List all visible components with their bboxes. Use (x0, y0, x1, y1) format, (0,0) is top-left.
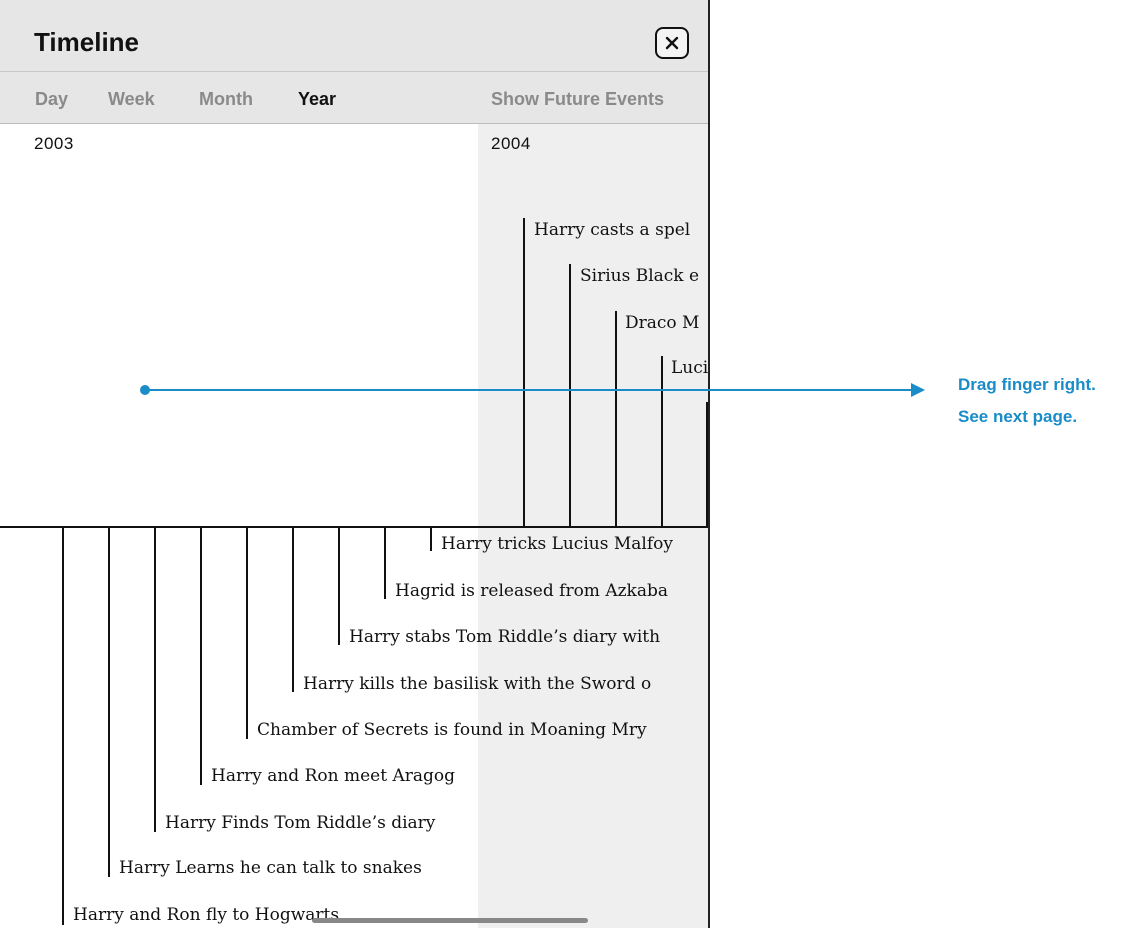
tab-year[interactable]: Year (298, 89, 336, 110)
event-label[interactable]: Draco M (625, 313, 699, 333)
event-stem (246, 527, 248, 739)
event-label[interactable]: Harry Finds Tom Riddle’s diary (165, 813, 435, 833)
event-label[interactable]: Harry tricks Lucius Malfoy (441, 534, 673, 554)
close-button[interactable] (655, 27, 689, 59)
view-tabs: Day Week Month Year Show Future Events (0, 72, 708, 124)
instruction-line-2: See next page. (958, 407, 1078, 426)
timeline-axis (0, 526, 708, 528)
page-title: Timeline (34, 27, 140, 57)
timeline-screen: Timeline Day Week Month Year Show Future… (0, 0, 710, 928)
tab-week[interactable]: Week (108, 89, 155, 110)
event-stem (108, 527, 110, 877)
tab-month[interactable]: Month (199, 89, 253, 110)
event-stem (430, 527, 432, 551)
event-label[interactable]: Harry stabs Tom Riddle’s diary with (349, 627, 660, 647)
close-x-icon (665, 36, 679, 50)
tab-day[interactable]: Day (35, 89, 68, 110)
timeline-canvas[interactable]: 2003 2004 Harry casts a spel Sirius Blac… (0, 124, 708, 928)
event-stem (292, 527, 294, 692)
event-stem (569, 264, 571, 527)
event-stem (661, 356, 663, 527)
event-label[interactable]: Sirius Black e (580, 266, 699, 286)
event-stem (384, 527, 386, 599)
show-future-events-button[interactable]: Show Future Events (491, 89, 664, 110)
event-stem (338, 527, 340, 645)
instruction-line-1: Drag finger right. (958, 375, 1096, 394)
event-label[interactable]: Harry Learns he can talk to snakes (119, 858, 422, 878)
event-label[interactable]: Harry and Ron meet Aragog (211, 766, 455, 786)
event-label[interactable]: Harry casts a spel (534, 220, 690, 240)
event-stem (62, 527, 64, 925)
event-label[interactable]: Chamber of Secrets is found in Moaning M… (257, 720, 647, 740)
event-label[interactable]: Luci (671, 358, 708, 378)
event-stem (154, 527, 156, 832)
scroll-indicator[interactable] (312, 918, 588, 923)
event-stem (200, 527, 202, 785)
event-stem (706, 402, 708, 527)
drag-instruction: Drag finger right. See next page. (958, 369, 1096, 433)
event-label[interactable]: Harry and Ron fly to Hogwarts (73, 905, 339, 925)
year-label-2004: 2004 (491, 134, 531, 153)
year-label-2003: 2003 (34, 134, 74, 153)
event-stem (523, 218, 525, 527)
event-stem (615, 311, 617, 527)
event-label[interactable]: Harry kills the basilisk with the Sword … (303, 674, 651, 694)
header-bar: Timeline (0, 0, 708, 72)
event-label[interactable]: Hagrid is released from Azkaba (395, 581, 668, 601)
